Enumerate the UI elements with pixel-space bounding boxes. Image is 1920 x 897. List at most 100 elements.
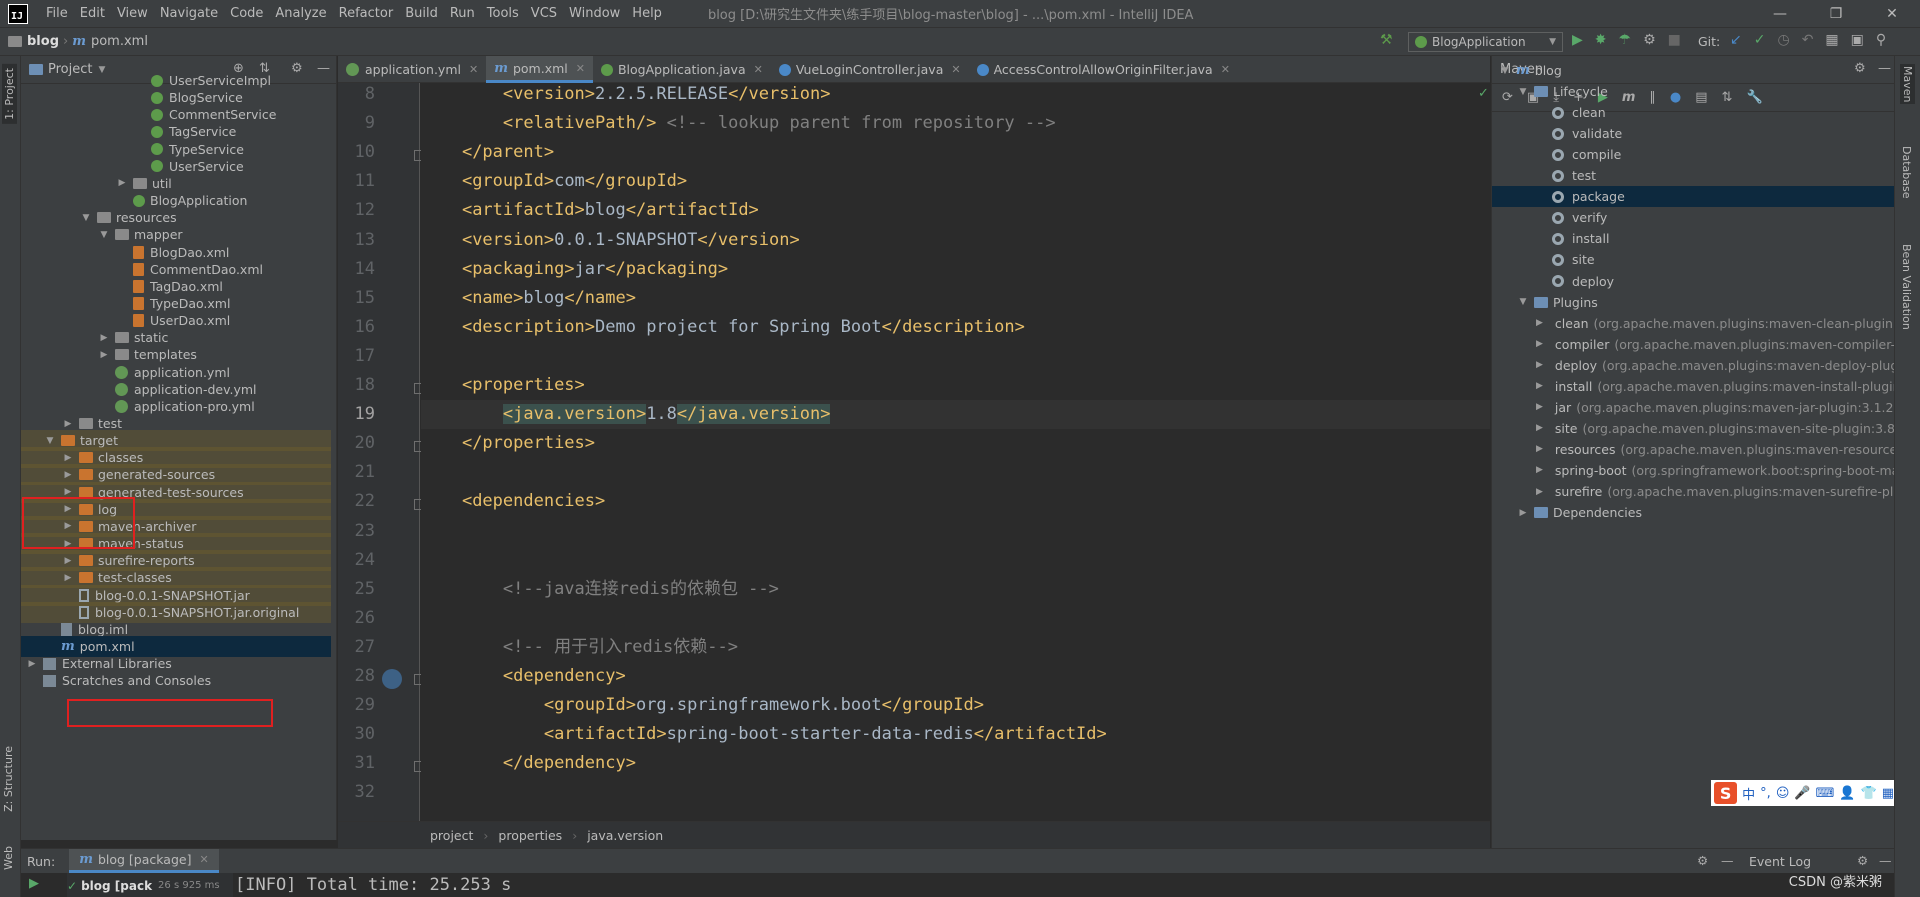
menu-file[interactable]: File: [46, 6, 68, 21]
chevron-down-icon[interactable]: ▼: [1500, 66, 1510, 76]
chevron-right-icon[interactable]: ▶: [1536, 444, 1543, 454]
close-icon[interactable]: ✕: [1864, 0, 1920, 28]
maven-tree-item[interactable]: ▼ Lifecycle: [1492, 81, 1895, 102]
editor-tab[interactable]: application.yml ✕: [338, 56, 486, 83]
maven-tree-item[interactable]: ▼ m blog: [1492, 60, 1895, 81]
menu-analyze[interactable]: Analyze: [275, 6, 326, 21]
code-editor[interactable]: <version>2.2.5.RELEASE</version> <relati…: [421, 83, 1490, 821]
maven-tree-item[interactable]: ▶ jar (org.apache.maven.plugins:maven-jar-…: [1492, 397, 1898, 418]
coverage-icon[interactable]: ☂: [1619, 32, 1632, 48]
build-hammer-icon[interactable]: ⚒: [1380, 32, 1393, 48]
menu-build[interactable]: Build: [405, 6, 438, 21]
maven-tree-item[interactable]: validate: [1492, 123, 1895, 144]
close-tab-icon[interactable]: ✕: [199, 853, 208, 866]
chevron-right-icon[interactable]: ▶: [63, 419, 73, 429]
presentation-icon[interactable]: ▣: [1851, 32, 1864, 48]
settings-gear-icon[interactable]: ⚙: [1857, 853, 1868, 868]
restore-icon[interactable]: ❐: [1808, 0, 1864, 28]
maven-tree-item[interactable]: ▶ clean (org.apache.maven.plugins:maven-cl…: [1492, 313, 1920, 334]
maven-tree-item[interactable]: deploy: [1492, 271, 1895, 292]
maven-tree-item[interactable]: ▶ site (org.apache.maven.plugins:maven-sit…: [1492, 418, 1912, 439]
chevron-down-icon[interactable]: ▼: [81, 213, 91, 223]
git-history-icon[interactable]: ◷: [1777, 32, 1789, 48]
editor-tab[interactable]: VueLoginController.java ✕: [771, 56, 969, 83]
maven-tree-item[interactable]: ▶ compiler (org.apache.maven.plugins:maven…: [1492, 334, 1914, 355]
chevron-right-icon[interactable]: ▶: [1536, 423, 1543, 433]
maven-tree-item[interactable]: ▼ Plugins: [1492, 292, 1895, 313]
chevron-right-icon[interactable]: ▶: [1518, 508, 1528, 518]
editor-tab[interactable]: BlogApplication.java ✕: [593, 56, 771, 83]
rerun-icon[interactable]: ▶: [29, 876, 39, 891]
menu-run[interactable]: Run: [450, 6, 475, 21]
ime-item[interactable]: 中: [1742, 784, 1755, 803]
close-tab-icon[interactable]: ✕: [1221, 63, 1230, 76]
git-commit-icon[interactable]: ✓: [1754, 32, 1766, 48]
editor-tab[interactable]: m pom.xml ✕: [486, 56, 593, 83]
chevron-right-icon[interactable]: ▶: [1536, 487, 1543, 497]
ime-item[interactable]: 👤: [1839, 786, 1855, 801]
ime-item[interactable]: 🎤: [1794, 786, 1810, 801]
run-configuration-select[interactable]: BlogApplication ▼: [1408, 32, 1563, 52]
maven-tree-item[interactable]: verify: [1492, 207, 1895, 228]
breadcrumb-java-version[interactable]: java.version: [587, 828, 663, 843]
chevron-right-icon[interactable]: ▶: [63, 470, 73, 480]
hide-panel-icon[interactable]: —: [1879, 853, 1892, 868]
run-task-item[interactable]: ✓ blog [pack 26 s 925 ms: [67, 873, 233, 897]
web-tool-tab[interactable]: Web: [2, 846, 15, 870]
menu-view[interactable]: View: [117, 6, 148, 21]
menu-navigate[interactable]: Navigate: [160, 6, 218, 21]
minimize-icon[interactable]: —: [1752, 0, 1808, 28]
chevron-right-icon[interactable]: ▶: [1536, 381, 1543, 391]
maven-tree-item[interactable]: ▶ install (org.apache.maven.plugins:maven-…: [1492, 376, 1920, 397]
sogou-logo-icon[interactable]: S: [1714, 782, 1738, 804]
chevron-right-icon[interactable]: ▶: [99, 333, 109, 343]
editor-tab[interactable]: AccessControlAllowOriginFilter.java ✕: [969, 56, 1238, 83]
project-panel-title[interactable]: Project: [48, 62, 92, 77]
tree-item[interactable]: Scratches and Consoles: [27, 670, 211, 691]
nav-crumb-project[interactable]: blog: [8, 34, 59, 49]
chevron-right-icon[interactable]: ▶: [1536, 402, 1543, 412]
ime-item[interactable]: 👕: [1861, 786, 1877, 801]
maven-tree-item[interactable]: test: [1492, 165, 1895, 186]
maven-tree-item[interactable]: install: [1492, 228, 1895, 249]
run-console-output[interactable]: [INFO] Total time: 25.253 s: [235, 875, 511, 895]
menu-vcs[interactable]: VCS: [531, 6, 557, 21]
chevron-right-icon[interactable]: ▶: [63, 487, 73, 497]
tree-item[interactable]: application-pro.yml: [99, 396, 255, 417]
git-revert-icon[interactable]: ↶: [1802, 32, 1814, 48]
ime-item[interactable]: °,: [1760, 786, 1771, 801]
menu-code[interactable]: Code: [230, 6, 263, 21]
settings-gear-icon[interactable]: ⚙: [1697, 853, 1708, 868]
structure-tool-tab[interactable]: Z: Structure: [2, 746, 15, 812]
project-structure-icon[interactable]: ▦: [1825, 32, 1838, 48]
chevron-down-icon[interactable]: ▼: [1518, 87, 1528, 97]
bean-validation-tool-tab[interactable]: Bean Validation: [1900, 244, 1913, 330]
search-everywhere-icon[interactable]: ⚲: [1876, 32, 1886, 48]
close-tab-icon[interactable]: ✕: [469, 63, 478, 76]
maven-tree-item[interactable]: ▶ spring-boot (org.springframework.boot:sp…: [1492, 460, 1907, 481]
nav-crumb-file[interactable]: m pom.xml: [72, 34, 148, 49]
chevron-right-icon[interactable]: ▶: [63, 573, 73, 583]
ime-item[interactable]: ⌨: [1816, 786, 1835, 801]
menu-window[interactable]: Window: [569, 6, 620, 21]
maven-tree-item[interactable]: ▶ resources (org.apache.maven.plugins:mave…: [1492, 439, 1916, 460]
maven-tree-item[interactable]: ▶ Dependencies: [1492, 502, 1895, 523]
gutter-dependency-icon[interactable]: [382, 669, 402, 689]
chevron-right-icon[interactable]: ▶: [1536, 360, 1543, 370]
git-update-icon[interactable]: ↙: [1730, 32, 1742, 48]
chevron-right-icon[interactable]: ▶: [99, 350, 109, 360]
maven-tool-tab[interactable]: Maven: [1900, 64, 1915, 105]
close-tab-icon[interactable]: ✕: [576, 62, 585, 75]
close-tab-icon[interactable]: ✕: [951, 63, 960, 76]
menu-help[interactable]: Help: [632, 6, 662, 21]
menu-refactor[interactable]: Refactor: [339, 6, 394, 21]
maven-tree-item[interactable]: compile: [1492, 144, 1895, 165]
chevron-right-icon[interactable]: ▶: [1536, 339, 1543, 349]
debug-icon[interactable]: ✸: [1595, 32, 1607, 48]
maven-tree-item[interactable]: site: [1492, 249, 1895, 270]
run-icon[interactable]: ▶: [1572, 32, 1583, 48]
ime-item[interactable]: ☺: [1776, 786, 1790, 801]
inspection-ok-icon[interactable]: ✓: [1478, 86, 1489, 101]
chevron-right-icon[interactable]: ▶: [1536, 318, 1543, 328]
event-log-title[interactable]: Event Log: [1749, 854, 1811, 869]
